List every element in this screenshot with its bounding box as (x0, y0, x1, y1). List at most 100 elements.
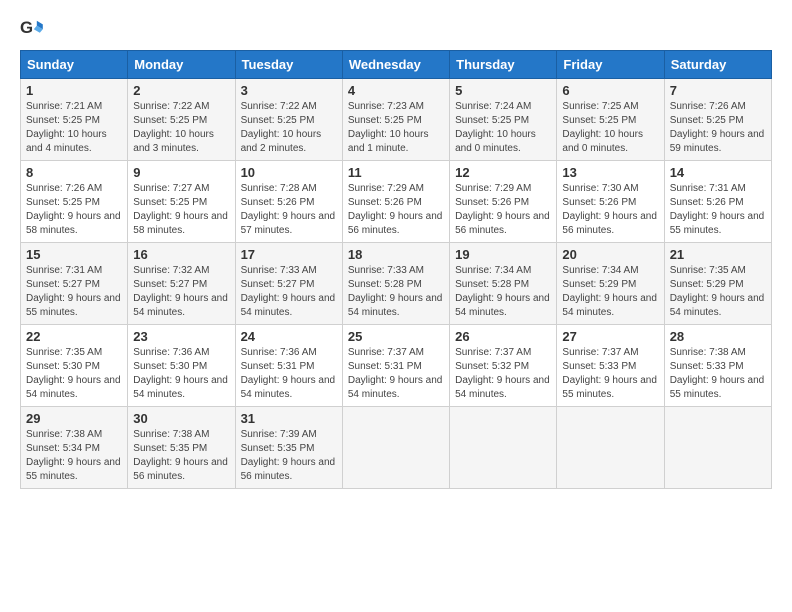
calendar-cell: 3 Sunrise: 7:22 AMSunset: 5:25 PMDayligh… (235, 79, 342, 161)
day-info: Sunrise: 7:30 AMSunset: 5:26 PMDaylight:… (562, 183, 657, 236)
calendar-cell (557, 407, 664, 489)
calendar-cell: 25 Sunrise: 7:37 AMSunset: 5:31 PMDaylig… (342, 325, 449, 407)
day-number: 20 (562, 247, 658, 262)
day-info: Sunrise: 7:37 AMSunset: 5:32 PMDaylight:… (455, 347, 550, 400)
calendar-cell: 28 Sunrise: 7:38 AMSunset: 5:33 PMDaylig… (664, 325, 771, 407)
calendar-cell: 29 Sunrise: 7:38 AMSunset: 5:34 PMDaylig… (21, 407, 128, 489)
day-info: Sunrise: 7:26 AMSunset: 5:25 PMDaylight:… (26, 183, 121, 236)
calendar-cell: 7 Sunrise: 7:26 AMSunset: 5:25 PMDayligh… (664, 79, 771, 161)
svg-text:G: G (20, 18, 33, 37)
day-info: Sunrise: 7:37 AMSunset: 5:33 PMDaylight:… (562, 347, 657, 400)
calendar-cell: 27 Sunrise: 7:37 AMSunset: 5:33 PMDaylig… (557, 325, 664, 407)
calendar-table: SundayMondayTuesdayWednesdayThursdayFrid… (20, 50, 772, 489)
calendar-cell: 2 Sunrise: 7:22 AMSunset: 5:25 PMDayligh… (128, 79, 235, 161)
calendar-cell: 31 Sunrise: 7:39 AMSunset: 5:35 PMDaylig… (235, 407, 342, 489)
day-info: Sunrise: 7:24 AMSunset: 5:25 PMDaylight:… (455, 101, 536, 154)
day-info: Sunrise: 7:29 AMSunset: 5:26 PMDaylight:… (455, 183, 550, 236)
calendar-cell: 17 Sunrise: 7:33 AMSunset: 5:27 PMDaylig… (235, 243, 342, 325)
calendar-cell: 24 Sunrise: 7:36 AMSunset: 5:31 PMDaylig… (235, 325, 342, 407)
day-number: 6 (562, 83, 658, 98)
calendar-cell: 12 Sunrise: 7:29 AMSunset: 5:26 PMDaylig… (450, 161, 557, 243)
day-number: 7 (670, 83, 766, 98)
day-info: Sunrise: 7:35 AMSunset: 5:30 PMDaylight:… (26, 347, 121, 400)
day-number: 19 (455, 247, 551, 262)
calendar-cell: 15 Sunrise: 7:31 AMSunset: 5:27 PMDaylig… (21, 243, 128, 325)
calendar-cell: 14 Sunrise: 7:31 AMSunset: 5:26 PMDaylig… (664, 161, 771, 243)
calendar-cell: 26 Sunrise: 7:37 AMSunset: 5:32 PMDaylig… (450, 325, 557, 407)
header: G (20, 16, 772, 40)
day-info: Sunrise: 7:22 AMSunset: 5:25 PMDaylight:… (133, 101, 214, 154)
day-number: 21 (670, 247, 766, 262)
day-info: Sunrise: 7:36 AMSunset: 5:30 PMDaylight:… (133, 347, 228, 400)
day-number: 5 (455, 83, 551, 98)
calendar-cell: 10 Sunrise: 7:28 AMSunset: 5:26 PMDaylig… (235, 161, 342, 243)
day-info: Sunrise: 7:38 AMSunset: 5:35 PMDaylight:… (133, 429, 228, 482)
day-number: 11 (348, 165, 444, 180)
day-number: 24 (241, 329, 337, 344)
day-number: 17 (241, 247, 337, 262)
calendar-cell (342, 407, 449, 489)
calendar-cell: 21 Sunrise: 7:35 AMSunset: 5:29 PMDaylig… (664, 243, 771, 325)
day-header-tuesday: Tuesday (235, 51, 342, 79)
day-info: Sunrise: 7:27 AMSunset: 5:25 PMDaylight:… (133, 183, 228, 236)
week-row-2: 8 Sunrise: 7:26 AMSunset: 5:25 PMDayligh… (21, 161, 772, 243)
week-row-3: 15 Sunrise: 7:31 AMSunset: 5:27 PMDaylig… (21, 243, 772, 325)
day-info: Sunrise: 7:33 AMSunset: 5:27 PMDaylight:… (241, 265, 336, 318)
day-number: 14 (670, 165, 766, 180)
day-number: 9 (133, 165, 229, 180)
day-number: 10 (241, 165, 337, 180)
day-info: Sunrise: 7:25 AMSunset: 5:25 PMDaylight:… (562, 101, 643, 154)
day-number: 2 (133, 83, 229, 98)
days-header-row: SundayMondayTuesdayWednesdayThursdayFrid… (21, 51, 772, 79)
day-header-friday: Friday (557, 51, 664, 79)
day-number: 8 (26, 165, 122, 180)
day-number: 25 (348, 329, 444, 344)
day-info: Sunrise: 7:31 AMSunset: 5:27 PMDaylight:… (26, 265, 121, 318)
day-info: Sunrise: 7:23 AMSunset: 5:25 PMDaylight:… (348, 101, 429, 154)
day-number: 31 (241, 411, 337, 426)
week-row-1: 1 Sunrise: 7:21 AMSunset: 5:25 PMDayligh… (21, 79, 772, 161)
calendar-cell: 20 Sunrise: 7:34 AMSunset: 5:29 PMDaylig… (557, 243, 664, 325)
day-info: Sunrise: 7:26 AMSunset: 5:25 PMDaylight:… (670, 101, 765, 154)
calendar-cell: 19 Sunrise: 7:34 AMSunset: 5:28 PMDaylig… (450, 243, 557, 325)
calendar-cell: 23 Sunrise: 7:36 AMSunset: 5:30 PMDaylig… (128, 325, 235, 407)
day-info: Sunrise: 7:28 AMSunset: 5:26 PMDaylight:… (241, 183, 336, 236)
day-number: 16 (133, 247, 229, 262)
calendar-cell (664, 407, 771, 489)
calendar-cell: 13 Sunrise: 7:30 AMSunset: 5:26 PMDaylig… (557, 161, 664, 243)
day-header-monday: Monday (128, 51, 235, 79)
day-info: Sunrise: 7:34 AMSunset: 5:28 PMDaylight:… (455, 265, 550, 318)
calendar-cell: 22 Sunrise: 7:35 AMSunset: 5:30 PMDaylig… (21, 325, 128, 407)
calendar-cell: 4 Sunrise: 7:23 AMSunset: 5:25 PMDayligh… (342, 79, 449, 161)
day-number: 29 (26, 411, 122, 426)
day-number: 4 (348, 83, 444, 98)
day-info: Sunrise: 7:32 AMSunset: 5:27 PMDaylight:… (133, 265, 228, 318)
day-info: Sunrise: 7:22 AMSunset: 5:25 PMDaylight:… (241, 101, 322, 154)
day-info: Sunrise: 7:21 AMSunset: 5:25 PMDaylight:… (26, 101, 107, 154)
day-info: Sunrise: 7:39 AMSunset: 5:35 PMDaylight:… (241, 429, 336, 482)
calendar-cell: 5 Sunrise: 7:24 AMSunset: 5:25 PMDayligh… (450, 79, 557, 161)
day-number: 12 (455, 165, 551, 180)
day-number: 30 (133, 411, 229, 426)
day-info: Sunrise: 7:38 AMSunset: 5:33 PMDaylight:… (670, 347, 765, 400)
day-number: 23 (133, 329, 229, 344)
day-header-saturday: Saturday (664, 51, 771, 79)
week-row-4: 22 Sunrise: 7:35 AMSunset: 5:30 PMDaylig… (21, 325, 772, 407)
day-number: 26 (455, 329, 551, 344)
day-info: Sunrise: 7:29 AMSunset: 5:26 PMDaylight:… (348, 183, 443, 236)
day-number: 13 (562, 165, 658, 180)
calendar-cell: 30 Sunrise: 7:38 AMSunset: 5:35 PMDaylig… (128, 407, 235, 489)
day-info: Sunrise: 7:35 AMSunset: 5:29 PMDaylight:… (670, 265, 765, 318)
calendar-cell (450, 407, 557, 489)
day-header-sunday: Sunday (21, 51, 128, 79)
day-info: Sunrise: 7:31 AMSunset: 5:26 PMDaylight:… (670, 183, 765, 236)
logo: G (20, 16, 48, 40)
calendar-cell: 18 Sunrise: 7:33 AMSunset: 5:28 PMDaylig… (342, 243, 449, 325)
day-number: 1 (26, 83, 122, 98)
day-header-thursday: Thursday (450, 51, 557, 79)
calendar-cell: 16 Sunrise: 7:32 AMSunset: 5:27 PMDaylig… (128, 243, 235, 325)
calendar-cell: 11 Sunrise: 7:29 AMSunset: 5:26 PMDaylig… (342, 161, 449, 243)
day-info: Sunrise: 7:36 AMSunset: 5:31 PMDaylight:… (241, 347, 336, 400)
day-number: 28 (670, 329, 766, 344)
day-number: 22 (26, 329, 122, 344)
